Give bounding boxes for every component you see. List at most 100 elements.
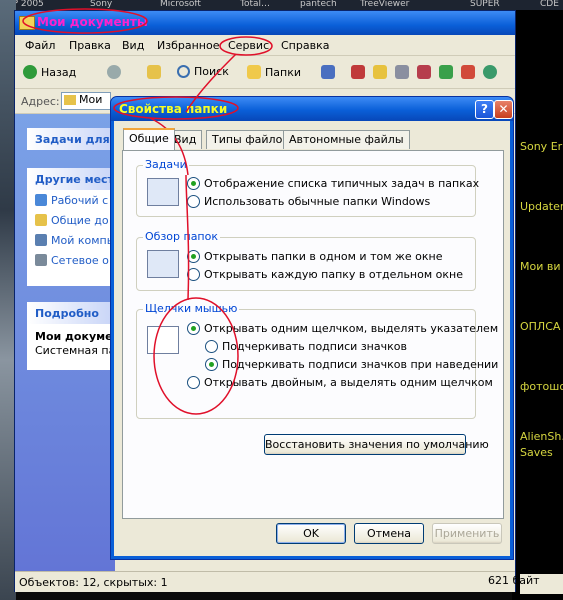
desktop-label[interactable]: Total… <box>240 0 270 9</box>
option-label: Использовать обычные папки Windows <box>204 195 431 208</box>
views-button[interactable] <box>321 65 335 79</box>
desktop-top-icons: OTP 2005 Sony Microsoft Total… pantech T… <box>0 0 563 10</box>
forward-button[interactable] <box>107 65 121 79</box>
separate-window-radio[interactable]: Открывать каждую папку в отдельном окне <box>187 268 463 281</box>
folders-button[interactable]: Папки <box>247 65 301 79</box>
help-button[interactable]: ? <box>475 100 494 119</box>
desktop-label[interactable]: TreeViewer <box>360 0 409 9</box>
details-header[interactable]: Подробно <box>27 302 117 324</box>
views-icon <box>321 65 335 79</box>
status-bar: Объектов: 12, скрытых: 1 <box>15 571 515 592</box>
menu-tools[interactable]: Сервис <box>228 39 269 52</box>
desktop-label[interactable]: Sony <box>90 0 112 9</box>
tab-file-types[interactable]: Типы файлов <box>206 130 295 149</box>
dialog-title: Свойства папки <box>119 102 228 116</box>
edit-button[interactable] <box>373 65 387 79</box>
task-list-icon <box>147 178 179 206</box>
search-button[interactable]: Поиск <box>177 65 229 78</box>
click-items-group: Щелчки мышью Открывать одним щелчком, вы… <box>136 302 498 419</box>
tab-offline-files[interactable]: Автономные файлы <box>283 130 410 149</box>
desktop-icon-label[interactable]: Saves <box>520 446 553 459</box>
address-field[interactable]: Мои <box>61 92 111 110</box>
explorer-titlebar[interactable]: Мои документы <box>15 11 515 35</box>
classic-folders-radio[interactable]: Использовать обычные папки Windows <box>187 195 430 208</box>
menu-view[interactable]: Вид <box>122 39 144 52</box>
option-label: Открывать одним щелчком, выделять указат… <box>204 322 499 335</box>
copy-to-button[interactable] <box>395 65 409 79</box>
general-tab-panel: Задачи Отображение списка типичных задач… <box>122 150 504 519</box>
pencil-icon <box>373 65 387 79</box>
desktop-icon-label[interactable]: Updater <box>520 200 563 213</box>
apply-button[interactable]: Применить <box>432 523 502 544</box>
desktop-label[interactable]: CDE <box>540 0 559 9</box>
radio-selected-icon <box>187 322 200 335</box>
restore-defaults-button[interactable]: Восстановить значения по умолчанию <box>264 434 489 455</box>
underline-always-radio[interactable]: Подчеркивать подписи значков <box>205 340 407 353</box>
delete-button[interactable] <box>417 65 431 79</box>
item-label: Общие до <box>51 213 109 227</box>
tasks-panel: Задачи для <box>27 128 117 150</box>
folder-options-dialog: Свойства папки ? ✕ Общие Вид Типы файлов… <box>110 96 514 560</box>
ok-button[interactable]: OK <box>276 523 346 544</box>
option-label: Открывать каждую папку в отдельном окне <box>204 268 463 281</box>
underline-hover-radio[interactable]: Подчеркивать подписи значков при наведен… <box>205 358 498 371</box>
desktop-label[interactable]: Microsoft <box>160 0 201 9</box>
desktop-right-icons: Sony Er Updater Мои ви ОПЛСА фотошо Alie… <box>512 10 563 600</box>
tasks-group: Задачи Отображение списка типичных задач… <box>136 158 479 217</box>
back-arrow-icon <box>23 65 37 79</box>
desktop-icon-label[interactable]: Мои ви <box>520 260 561 273</box>
close-button[interactable]: ✕ <box>494 100 513 119</box>
double-click-radio[interactable]: Открывать двойным, а выделять одним щелч… <box>187 376 493 389</box>
desktop-icon-label[interactable]: ОПЛСА <box>520 320 560 333</box>
move-to-button[interactable] <box>351 65 365 79</box>
radio-icon <box>187 195 200 208</box>
sync-button[interactable] <box>483 65 497 79</box>
status-objects: Объектов: 12, скрытых: 1 <box>19 576 168 589</box>
menu-edit[interactable]: Правка <box>69 39 111 52</box>
task-pane: Задачи для Другие мест Рабочий с Общие д… <box>15 114 117 571</box>
item-label: Рабочий с <box>51 193 109 207</box>
other-place-item[interactable]: Мой компь <box>27 230 117 250</box>
desktop-icon-label[interactable]: фотошо <box>520 380 563 393</box>
forward-arrow-icon <box>107 65 121 79</box>
radio-selected-icon <box>187 177 200 190</box>
desktop-label[interactable]: SUPER <box>470 0 500 9</box>
close-icon <box>461 65 475 79</box>
search-label: Поиск <box>194 65 229 78</box>
desktop-icon-label[interactable]: AlienSh… <box>520 430 563 443</box>
cancel-button[interactable]: Отмена <box>354 523 424 544</box>
clicks-group-title: Щелчки мышью <box>143 302 240 315</box>
desktop-label[interactable]: pantech <box>300 0 337 9</box>
other-places-header[interactable]: Другие мест <box>27 168 117 190</box>
browse-folders-group: Обзор папок Открывать папки в одном и то… <box>136 230 476 291</box>
desktop-icon-label[interactable]: Sony Er <box>520 140 562 153</box>
other-place-item[interactable]: Рабочий с <box>27 190 117 210</box>
radio-selected-icon <box>187 250 200 263</box>
move-to-icon <box>351 65 365 79</box>
back-button[interactable]: Назад <box>23 65 76 79</box>
refresh-button[interactable] <box>439 65 453 79</box>
radio-icon <box>205 340 218 353</box>
dialog-titlebar[interactable]: Свойства папки ? ✕ <box>111 97 513 121</box>
same-window-radio[interactable]: Открывать папки в одном и том же окне <box>187 250 443 263</box>
sync-icon <box>483 65 497 79</box>
browse-group-title: Обзор папок <box>143 230 220 243</box>
desktop-icon <box>35 194 47 206</box>
radio-icon <box>187 376 200 389</box>
menu-help[interactable]: Справка <box>281 39 329 52</box>
up-button[interactable] <box>147 65 161 79</box>
other-place-item[interactable]: Сетевое о <box>27 250 117 270</box>
shared-folder-icon <box>35 214 47 226</box>
option-label: Подчеркивать подписи значков при наведен… <box>222 358 499 371</box>
other-place-item[interactable]: Общие до <box>27 210 117 230</box>
menu-file[interactable]: Файл <box>25 39 55 52</box>
show-common-tasks-radio[interactable]: Отображение списка типичных задач в папк… <box>187 177 479 190</box>
menu-favorites[interactable]: Избранное <box>157 39 219 52</box>
network-icon <box>35 254 47 266</box>
tasks-panel-header[interactable]: Задачи для <box>27 128 117 150</box>
status-size-text: 621 байт <box>488 574 540 587</box>
close-doc-button[interactable] <box>461 65 475 79</box>
single-click-radio[interactable]: Открывать одним щелчком, выделять указат… <box>187 322 498 335</box>
tab-general[interactable]: Общие <box>123 128 175 150</box>
address-value: Мои <box>79 93 103 106</box>
